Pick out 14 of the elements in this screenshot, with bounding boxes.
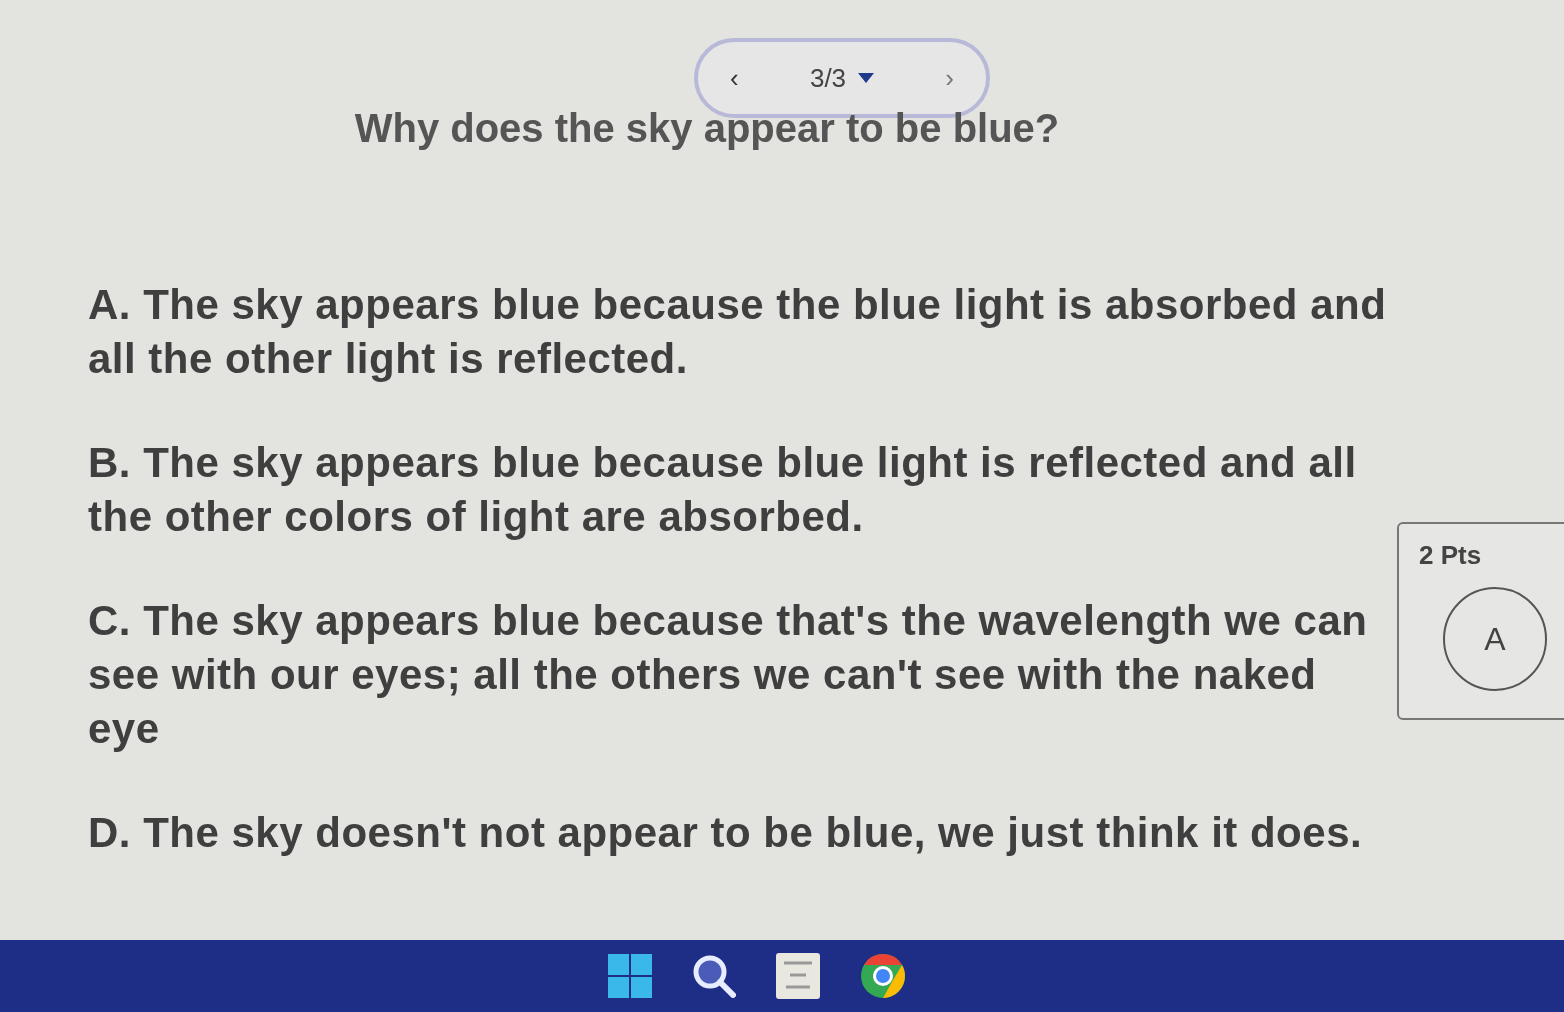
windows-logo-icon[interactable] [608,954,652,998]
next-button[interactable]: › [945,58,954,98]
previous-button[interactable]: ‹ [730,58,739,98]
search-icon[interactable] [692,954,736,998]
answer-option[interactable]: A. The sky appears blue because the blue light is absorbed and all the other light is reflected. [88,278,1400,386]
question-selector[interactable]: 3/3 [809,58,875,98]
browser-icon[interactable] [860,953,906,999]
answer-bubble[interactable]: A [1443,587,1547,691]
question-text: Why does the sky appear to be blue? [354,105,1060,152]
answer-option[interactable]: D. The sky doesn't not appear to be blue, we just think it does. [88,806,1400,860]
answer-option[interactable]: B. The sky appears blue because blue light is reflected and all the other colors of light are absorbed. [88,436,1400,544]
caret-icon [858,73,875,83]
answer-option[interactable]: C. The sky appears blue because that's the wavelength we can see with our eyes; all the others we can't see with the naked eye [88,594,1400,756]
points-label: 2 Pts [1419,539,1482,572]
